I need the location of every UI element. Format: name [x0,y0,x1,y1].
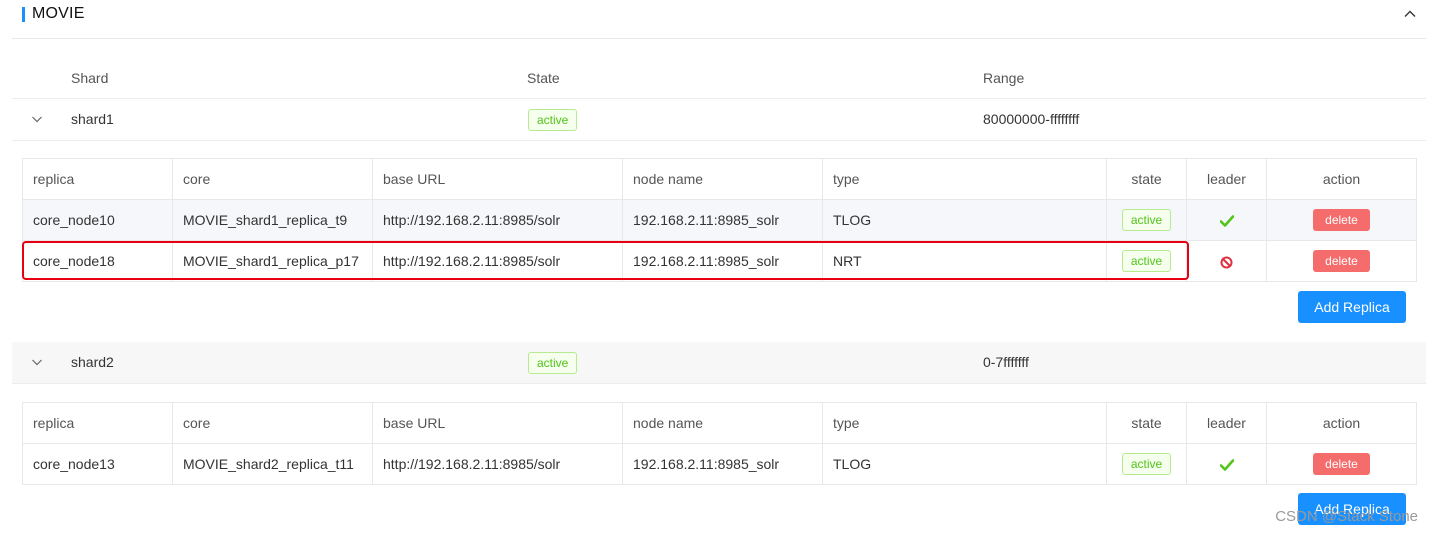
replica-column-header: replica [22,402,173,444]
action-column-header: action [1266,402,1417,444]
core-column-header: core [172,158,373,200]
shard-state-badge: active [528,109,578,132]
leader-column-header: leader [1186,402,1267,444]
shard-row[interactable]: shard1 active 80000000-ffffffff [12,99,1426,141]
replica-type: TLOG [822,443,1107,485]
check-icon [1219,215,1234,228]
check-icon [1219,459,1234,472]
collection-header: MOVIE [12,0,1426,39]
base-url: http://192.168.2.11:8985/solr [372,240,623,282]
type-column-header: type [822,158,1107,200]
replica-table-header: replica core base URL node name type sta… [22,158,1417,200]
core-name: MOVIE_shard1_replica_t9 [172,199,373,241]
table-row: core_node18 MOVIE_shard1_replica_p17 htt… [22,240,1417,282]
base-url: http://192.168.2.11:8985/solr [372,443,623,485]
shard-table-header: Shard State Range [12,58,1426,99]
shard-row[interactable]: shard2 active 0-7fffffff [12,342,1426,384]
base-url: http://192.168.2.11:8985/solr [372,199,623,241]
replica-name: core_node13 [22,443,173,485]
node-name-column-header: node name [622,402,823,444]
table-row: core_node13 MOVIE_shard2_replica_t11 htt… [22,443,1417,485]
shard-name: shard1 [71,111,114,127]
replica-type: NRT [822,240,1107,282]
node-name: 192.168.2.11:8985_solr [622,443,823,485]
delete-button[interactable]: delete [1313,453,1370,475]
core-column-header: core [172,402,373,444]
action-column-header: action [1266,158,1417,200]
state-column-header: state [1106,158,1187,200]
base-url-column-header: base URL [372,402,623,444]
type-column-header: type [822,402,1107,444]
shard-column-header: Shard [71,70,109,86]
leader-column-header: leader [1186,158,1267,200]
replica-state-badge: active [1121,209,1172,231]
state-column-header: State [527,70,560,86]
replica-type: TLOG [822,199,1107,241]
node-name-column-header: node name [622,158,823,200]
chevron-up-icon[interactable] [1402,6,1418,22]
table-row: core_node10 MOVIE_shard1_replica_t9 http… [22,199,1417,241]
replica-table: replica core base URL node name type sta… [22,158,1417,282]
replica-name: core_node10 [22,199,173,241]
replica-state-badge: active [1121,250,1172,272]
accent-bar [22,7,25,22]
replica-state-badge: active [1121,453,1172,475]
chevron-down-icon[interactable] [31,112,43,126]
state-column-header: state [1106,402,1187,444]
core-name: MOVIE_shard2_replica_t11 [172,443,373,485]
chevron-down-icon[interactable] [31,355,43,369]
delete-button[interactable]: delete [1313,250,1370,272]
shard-name: shard2 [71,354,114,370]
shard-range: 0-7fffffff [983,354,1029,370]
replica-name: core_node18 [22,240,173,282]
delete-button[interactable]: delete [1313,209,1370,231]
watermark: CSDN @Stack Stone [1275,508,1418,525]
core-name: MOVIE_shard1_replica_p17 [172,240,373,282]
base-url-column-header: base URL [372,158,623,200]
replica-column-header: replica [22,158,173,200]
replica-table: replica core base URL node name type sta… [22,402,1417,485]
range-column-header: Range [983,70,1025,86]
shard-state-badge: active [528,352,578,375]
collection-title: MOVIE [32,5,85,22]
node-name: 192.168.2.11:8985_solr [622,240,823,282]
shard-range: 80000000-ffffffff [983,111,1080,127]
node-name: 192.168.2.11:8985_solr [622,199,823,241]
ban-icon [1220,256,1233,269]
replica-table-header: replica core base URL node name type sta… [22,402,1417,444]
add-replica-button[interactable]: Add Replica [1298,291,1406,323]
